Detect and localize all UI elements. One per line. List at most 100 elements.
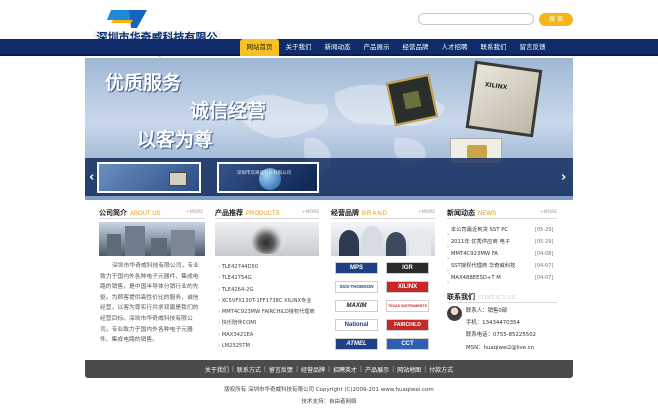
next-slide-arrow-icon[interactable]: › [561, 170, 566, 185]
main-nav: 网站首页 关于我们 新闻动态 产品展示 经营品牌 人才招聘 联系我们 留言反馈 [0, 39, 658, 56]
brand-logo-sgs-thomson[interactable]: SGS-THOMSON [335, 281, 378, 293]
news-item[interactable]: 本公司最近到货 SST PC[05-29] [447, 224, 557, 236]
prev-slide-arrow-icon[interactable]: ‹ [89, 170, 94, 185]
products-more-link[interactable]: +MORE [302, 210, 319, 215]
contact-section-title: 联系我们 CONTACT US [447, 292, 515, 302]
nav-item-brands[interactable]: 经营品牌 [396, 39, 435, 56]
footer-link-sitemap[interactable]: 网站地图 [394, 365, 424, 374]
company-title-en: ABOUT US [130, 211, 161, 217]
company-building-image [99, 222, 205, 256]
logo-icon[interactable] [107, 8, 147, 28]
thumbnail-caption: 深圳市华奇威科技有限公司 [237, 171, 291, 176]
footer-link-contact[interactable]: 联系方式 [234, 365, 264, 374]
person-shape [386, 232, 406, 256]
contact-list: 联系人：销售0部 手机：13434470354 联系电话：0755-852255… [466, 305, 536, 354]
brand-logo-maxim[interactable]: MAXIM [335, 300, 378, 312]
footer-link-brands[interactable]: 经营品牌 [298, 365, 328, 374]
news-title-en: NEWS [478, 211, 496, 217]
product-list: TLE42744D50 TLE42754G TLE4264-2G XC5VFX1… [218, 262, 320, 352]
news-item[interactable]: MAX488EESD+T M[04-07] [447, 272, 557, 284]
copyright-text: 版权所有 深圳市华奇威科技有限公司 Copyright (C)2009-201 … [224, 387, 434, 393]
news-title: 新闻动态 [447, 210, 475, 217]
banner-slogan-customer: 以客为尊 [137, 130, 214, 151]
banner-thumbnail-1[interactable] [97, 162, 201, 193]
product-item[interactable]: TLE42754G [218, 273, 320, 284]
business-people-image [331, 222, 435, 256]
product-item[interactable]: LM2325TM [218, 341, 320, 352]
news-item-title[interactable]: MAX488EESD+T M [451, 272, 535, 284]
divider [215, 218, 319, 219]
news-list: 本公司最近到货 SST PC[05-29] 2011年 优秀供应商 电子[05-… [447, 224, 557, 284]
news-item[interactable]: 2011年 优秀供应商 电子[05-29] [447, 236, 557, 248]
footer-link-feedback[interactable]: 留言反馈 [266, 365, 296, 374]
contact-title: 联系我们 [447, 294, 475, 301]
chip-image-xilinx: XILINX [465, 60, 543, 138]
company-intro-text: 深圳市华奇威科技有限公司，专业致力于国内外各种电子元器件、集成电路的销售，是中国… [100, 263, 199, 344]
nav-item-feedback[interactable]: 留言反馈 [513, 39, 552, 56]
building-shape [151, 238, 167, 256]
product-item[interactable]: MAX3421EA [218, 330, 320, 341]
product-item[interactable]: 快乐陪伴COMI [218, 318, 320, 329]
contact-mobile: 手机：13434470354 [466, 320, 520, 327]
brand-logo-national[interactable]: National [335, 319, 378, 331]
product-camera-image [215, 222, 319, 256]
news-item[interactable]: MMT4C923MW FA[04-08] [447, 248, 557, 260]
brand-logo-mps[interactable]: MPS [335, 262, 378, 274]
contact-title-en: CONTACT US [478, 295, 515, 301]
tech-support-text[interactable]: 技术支持：自由者网络 [0, 397, 658, 405]
footer-link-products[interactable]: 产品展示 [362, 365, 392, 374]
nav-item-jobs[interactable]: 人才招聘 [435, 39, 474, 56]
brands-title-en: BRAND [362, 211, 389, 217]
banner-thumbnail-2[interactable]: 深圳市华奇威科技有限公司 [217, 162, 319, 193]
nav-items: 网站首页 关于我们 新闻动态 产品展示 经营品牌 人才招聘 联系我们 留言反馈 [240, 39, 552, 56]
news-item-title[interactable]: MMT4C923MW FA [451, 248, 535, 260]
header: 深圳市华奇威科技有限公司 搜 索 [0, 0, 658, 58]
product-item[interactable]: TLE42744D50 [218, 262, 320, 273]
footer-link-about[interactable]: 关于我们 [202, 365, 232, 374]
banner-slider[interactable]: 优质服务 诚信经营 以客为尊 XILINX ‹ 深圳市华奇威科技有限公司 › [85, 58, 573, 200]
products-title-en: PRODUCTS [246, 211, 280, 217]
news-more-link[interactable]: +MORE [540, 210, 557, 215]
footer-links: 关于我们 | 联系方式 | 留言反馈 | 经营品牌 | 招聘英才 | 产品展示 | 网站地图… [85, 360, 573, 378]
brand-logo-atmel[interactable]: ATMEL [335, 338, 378, 350]
footer-link-jobs[interactable]: 招聘英才 [330, 365, 360, 374]
thumbnail-chip-image [169, 172, 187, 186]
divider [99, 218, 205, 219]
news-item-title[interactable]: 本公司最近到货 SST PC [451, 224, 535, 236]
contact-msn[interactable]: MSN：huaqiwei2@live.cn [466, 342, 536, 354]
building-shape [171, 230, 195, 256]
product-item[interactable]: MMT4C923MW FAIRCHILD授权代理商 [218, 307, 320, 318]
brand-logo-texas-instruments[interactable]: TEXAS INSTRUMENTS [386, 300, 429, 312]
company-more-link[interactable]: +MORE [186, 210, 203, 215]
news-item-title[interactable]: SST授权代理商 华奇威科技 [451, 260, 535, 272]
building-shape [107, 234, 121, 256]
search-button[interactable]: 搜 索 [539, 13, 573, 26]
page: 深圳市华奇威科技有限公司 搜 索 网站首页 关于我们 新闻动态 产品展示 经营品… [0, 0, 658, 411]
search-input[interactable] [418, 13, 534, 25]
brand-logo-fairchild[interactable]: FAIRCHILD [386, 319, 429, 331]
banner-slogan-service: 优质服务 [105, 73, 182, 94]
contact-phone: 联系电话：0755-85225502 [466, 332, 537, 339]
brand-logo-xilinx[interactable]: XILINX [386, 281, 429, 293]
brand-logo-cct[interactable]: CCT [386, 338, 429, 350]
contact-person: 联系人：销售0部 [466, 308, 508, 314]
chip-label: XILINX [484, 81, 508, 92]
news-item-date: [04-08] [535, 251, 554, 258]
brands-more-link[interactable]: +MORE [418, 210, 435, 215]
company-title: 公司简介 [99, 210, 127, 217]
nav-item-products[interactable]: 产品展示 [357, 39, 396, 56]
product-item[interactable]: XC5VFX130T-1FF1738C XILINX专业 [218, 296, 320, 307]
product-item[interactable]: TLE4264-2G [218, 285, 320, 296]
nav-item-about[interactable]: 关于我们 [279, 39, 318, 56]
divider [331, 218, 435, 219]
news-item-date: [05-29] [535, 227, 554, 233]
news-item[interactable]: SST授权代理商 华奇威科技[04-07] [447, 260, 557, 272]
footer-link-payment[interactable]: 付款方式 [426, 365, 456, 374]
news-item-title[interactable]: 2011年 优秀供应商 电子 [451, 236, 535, 248]
nav-item-home[interactable]: 网站首页 [240, 39, 279, 56]
chip-image-small [385, 73, 439, 127]
nav-item-news[interactable]: 新闻动态 [318, 39, 357, 56]
nav-item-contact[interactable]: 联系我们 [474, 39, 513, 56]
person-shape [409, 228, 431, 256]
brand-logo-igr[interactable]: IGR [386, 262, 429, 274]
